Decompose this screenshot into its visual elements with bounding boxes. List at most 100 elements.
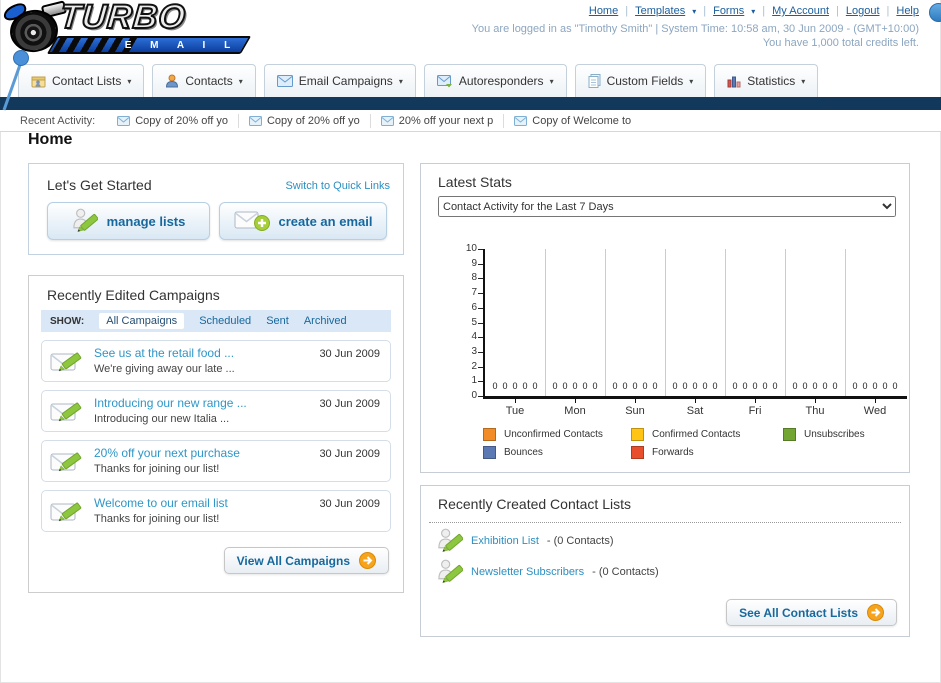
y-axis-tick bbox=[478, 249, 483, 250]
bar-value-label: 0 bbox=[862, 380, 868, 391]
filter-all-campaigns[interactable]: All Campaigns bbox=[99, 313, 185, 329]
nav-link-templates[interactable]: Templates bbox=[635, 5, 685, 17]
stats-period-select[interactable]: Contact Activity for the Last 7 Days bbox=[438, 196, 896, 217]
contact-list-count: - (0 Contacts) bbox=[546, 535, 614, 547]
recent-activity-item[interactable]: 20% off your next p bbox=[371, 113, 505, 128]
tab-contact-lists[interactable]: Contact Lists ▾ bbox=[18, 64, 145, 97]
campaigns-panel-title: Recently Edited Campaigns bbox=[47, 287, 220, 303]
nav-separator: | bbox=[762, 5, 766, 17]
tab-contacts[interactable]: Contacts ▾ bbox=[152, 64, 256, 97]
chart-group-separator bbox=[545, 249, 546, 396]
x-axis-tick bbox=[575, 399, 576, 403]
tab-label: Email Campaigns bbox=[298, 74, 393, 88]
tab-autoresponders[interactable]: Autoresponders ▾ bbox=[423, 64, 567, 97]
bar-value-label: 0 bbox=[492, 380, 498, 391]
recently-created-contact-lists-panel: Recently Created Contact Lists Exhibitio… bbox=[420, 485, 910, 637]
filter-archived[interactable]: Archived bbox=[304, 315, 347, 327]
bar-value-label: 0 bbox=[592, 380, 598, 391]
campaign-title-link[interactable]: 20% off your next purchase bbox=[94, 446, 240, 460]
contact-list-count: - (0 Contacts) bbox=[592, 566, 659, 578]
logo-word: TURBO bbox=[57, 0, 188, 37]
y-axis-tick-label: 7 bbox=[471, 287, 477, 299]
bar-value-labels: 00000 bbox=[845, 379, 905, 392]
envelope-icon bbox=[117, 115, 131, 126]
recent-activity-item[interactable]: Copy of 20% off yo bbox=[107, 113, 239, 128]
campaign-subtitle: Thanks for joining our list! bbox=[94, 513, 220, 525]
legend-swatch bbox=[631, 428, 644, 441]
contact-list-item: Newsletter Subscribers - (0 Contacts) bbox=[437, 558, 659, 586]
view-all-campaigns-button[interactable]: View All Campaigns bbox=[223, 547, 389, 574]
campaign-date: 30 Jun 2009 bbox=[319, 498, 380, 510]
legend-item: Bounces bbox=[483, 446, 631, 459]
nav-separator: | bbox=[625, 5, 629, 17]
nav-link-forms[interactable]: Forms bbox=[713, 5, 744, 17]
chart-group-separator bbox=[605, 249, 606, 396]
contact-list-link[interactable]: Exhibition List bbox=[471, 535, 539, 547]
bar-value-label: 0 bbox=[582, 380, 588, 391]
tab-custom-fields[interactable]: Custom Fields ▾ bbox=[574, 64, 707, 97]
y-axis-tick bbox=[478, 307, 483, 309]
campaign-row[interactable]: Welcome to our email list Thanks for joi… bbox=[41, 490, 391, 532]
nav-link-my-account[interactable]: My Account bbox=[772, 5, 829, 17]
turbo-email-home-page: TURBO E M A I L Home | Templates ▾ | For… bbox=[0, 0, 941, 683]
recent-activity-item[interactable]: Copy of Welcome to bbox=[504, 114, 641, 128]
bar-value-label: 0 bbox=[512, 380, 518, 391]
contact-list-link[interactable]: Newsletter Subscribers bbox=[471, 566, 584, 578]
campaign-row[interactable]: Introducing our new range ... Introducin… bbox=[41, 390, 391, 432]
campaign-title-link[interactable]: See us at the retail food ... bbox=[94, 346, 234, 360]
turbo-email-logo: TURBO E M A I L bbox=[1, 0, 252, 60]
y-axis-tick-label: 1 bbox=[471, 375, 477, 387]
create-email-button[interactable]: create an email bbox=[219, 202, 387, 240]
person-edit-icon bbox=[72, 208, 98, 232]
filter-sent[interactable]: Sent bbox=[266, 315, 289, 327]
filter-scheduled[interactable]: Scheduled bbox=[199, 315, 251, 327]
campaign-title-link[interactable]: Welcome to our email list bbox=[94, 496, 228, 510]
campaign-row[interactable]: See us at the retail food ... We're givi… bbox=[41, 340, 391, 382]
legend-swatch bbox=[783, 428, 796, 441]
bar-value-label: 0 bbox=[892, 380, 898, 391]
see-all-contact-lists-button[interactable]: See All Contact Lists bbox=[726, 599, 897, 626]
nav-link-logout[interactable]: Logout bbox=[846, 5, 880, 17]
chart-legend: Unconfirmed Contacts Confirmed Contacts Un… bbox=[483, 428, 933, 459]
nav-link-home[interactable]: Home bbox=[589, 5, 618, 17]
y-axis-tick-label: 0 bbox=[471, 390, 477, 401]
switch-to-quick-links[interactable]: Switch to Quick Links bbox=[285, 180, 390, 192]
campaign-date: 30 Jun 2009 bbox=[319, 448, 380, 460]
arrow-right-icon bbox=[359, 552, 376, 569]
nav-link-help[interactable]: Help bbox=[896, 5, 919, 17]
legend-label: Confirmed Contacts bbox=[652, 429, 741, 440]
recent-activity-item[interactable]: Copy of 20% off yo bbox=[239, 113, 371, 128]
bar-value-label: 0 bbox=[672, 380, 678, 391]
manage-lists-button[interactable]: manage lists bbox=[47, 202, 210, 240]
contacts-icon bbox=[166, 74, 179, 88]
tab-statistics[interactable]: Statistics ▾ bbox=[714, 64, 819, 97]
legend-item: Unconfirmed Contacts bbox=[483, 428, 631, 441]
page-title: Home bbox=[28, 131, 73, 148]
see-all-contact-lists-label: See All Contact Lists bbox=[739, 605, 858, 620]
tab-email-campaigns[interactable]: Email Campaigns ▾ bbox=[263, 64, 416, 97]
bar-value-label: 0 bbox=[762, 380, 768, 391]
bar-value-label: 0 bbox=[812, 380, 818, 391]
autoresponders-icon bbox=[436, 74, 452, 87]
x-axis-tick-label: Mon bbox=[564, 405, 586, 417]
y-axis-tick-label: 6 bbox=[471, 301, 477, 313]
map-pin-decoration bbox=[2, 50, 29, 111]
x-axis-tick-label: Sat bbox=[686, 405, 704, 417]
logo-email-text: E M A I L bbox=[124, 40, 238, 51]
contact-activity-chart: 0 1 2 3 4 5 6 7 8 9 10 0 0 0 0 0 Tue 0 0 0 0 0 Mon 0 0 0 0 0 Sun 0 0 0 0… bbox=[421, 234, 911, 434]
chevron-down-icon: ▾ bbox=[127, 76, 132, 86]
recent-activity-label: Recent Activity: bbox=[20, 114, 96, 127]
x-axis-tick-label: Wed bbox=[863, 405, 887, 417]
activity-item-text: Copy of 20% off yo bbox=[135, 114, 228, 127]
bar-value-labels: 00000 bbox=[785, 379, 845, 392]
bar-value-label: 0 bbox=[562, 380, 568, 391]
legend-item: Confirmed Contacts bbox=[631, 428, 783, 441]
campaign-row[interactable]: 20% off your next purchase Thanks for jo… bbox=[41, 440, 391, 482]
create-email-label: create an email bbox=[278, 213, 373, 229]
chart-group-separator bbox=[725, 249, 726, 396]
person-edit-icon bbox=[438, 559, 463, 583]
chevron-down-icon: ▾ bbox=[398, 76, 403, 86]
envelope-icon bbox=[248, 115, 262, 126]
help-bubble-icon[interactable] bbox=[929, 3, 941, 22]
campaign-title-link[interactable]: Introducing our new range ... bbox=[94, 396, 247, 410]
